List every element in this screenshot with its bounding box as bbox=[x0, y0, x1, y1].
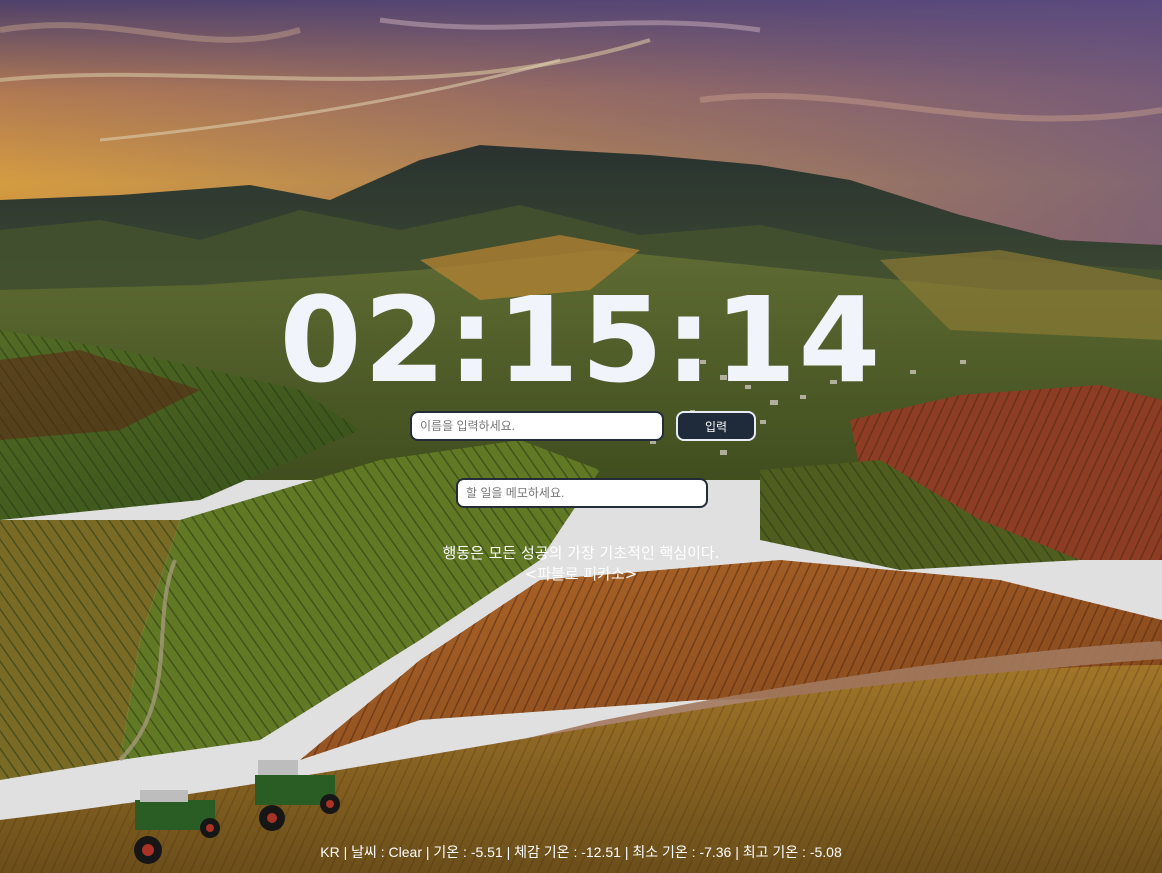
memo-input[interactable] bbox=[456, 478, 708, 508]
name-input[interactable] bbox=[410, 411, 664, 441]
content-overlay: 02:15:14 입력 행동은 모든 성공의 가장 기초적인 핵심이다. <파블… bbox=[0, 0, 1162, 873]
quote-block: 행동은 모든 성공의 가장 기초적인 핵심이다. <파블로 피카소> bbox=[0, 543, 1162, 585]
weather-info: KR | 날씨 : Clear | 기온 : -5.51 | 체감 기온 : -… bbox=[320, 844, 842, 860]
name-form: 입력 bbox=[410, 411, 756, 441]
submit-name-button[interactable]: 입력 bbox=[676, 411, 756, 441]
digital-clock: 02:15:14 bbox=[279, 271, 883, 409]
background-scene: 02:15:14 입력 행동은 모든 성공의 가장 기초적인 핵심이다. <파블… bbox=[0, 0, 1162, 873]
quote-text: 행동은 모든 성공의 가장 기초적인 핵심이다. bbox=[442, 544, 720, 562]
quote-author: <파블로 피카소> bbox=[524, 565, 638, 583]
